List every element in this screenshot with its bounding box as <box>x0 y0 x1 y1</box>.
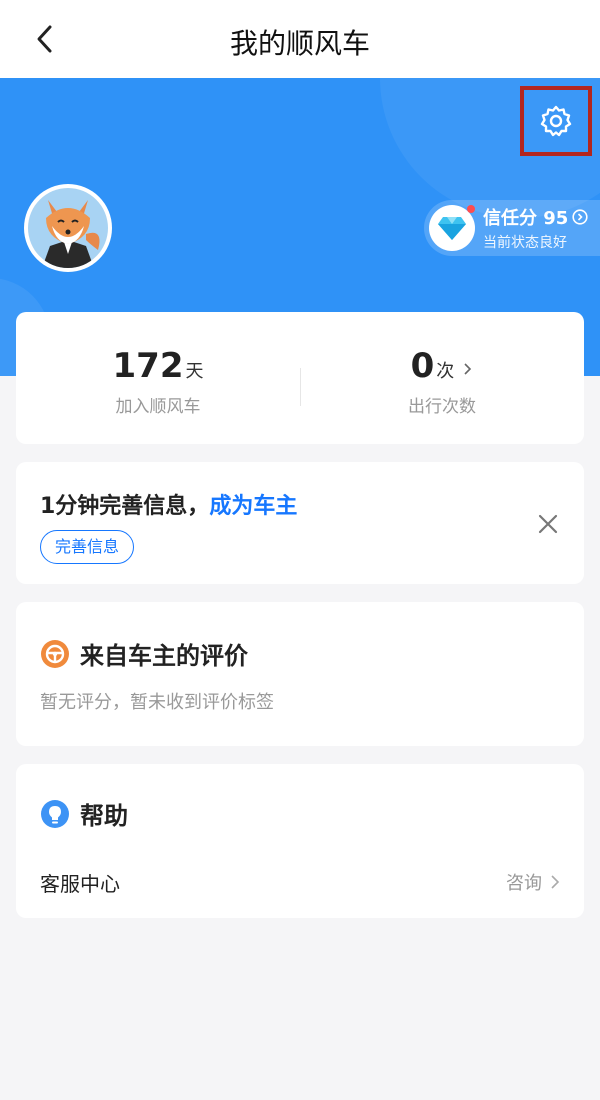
section-title: 来自车主的评价 <box>80 642 248 670</box>
help-card: 帮助 客服中心 咨询 <box>16 764 584 918</box>
complete-info-button[interactable]: 完善信息 <box>40 530 135 564</box>
notification-dot <box>467 205 475 213</box>
stats-card: 172 天 加入顺风车 0次 出行次数 <box>16 312 584 444</box>
stat-value: 172 <box>112 346 184 386</box>
stat-value: 0 <box>410 346 435 386</box>
credit-status-text: 当前状态良好 <box>483 235 567 251</box>
fox-avatar-image <box>28 188 108 268</box>
stat-label: 出行次数 <box>408 397 476 417</box>
close-button[interactable] <box>536 512 560 536</box>
diamond-icon <box>438 217 466 240</box>
credit-icon-container <box>429 205 475 251</box>
stat-label: 加入顺风车 <box>115 397 201 417</box>
row-label: 客服中心 <box>40 871 120 896</box>
circle-chevron-right-icon <box>572 209 588 225</box>
top-navigation-bar: 我的顺风车 <box>0 0 600 78</box>
become-driver-card: 1分钟完善信息，成为车主 完善信息 <box>16 462 584 584</box>
credit-score-label: 信任分 95 <box>483 208 569 229</box>
stat-join-days: 172 天 加入顺风车 <box>16 312 300 444</box>
stat-unit: 天 <box>185 361 204 382</box>
promo-text: 1分钟完善信息， <box>40 494 210 519</box>
chevron-right-icon <box>464 363 472 375</box>
gear-icon <box>540 105 572 137</box>
chevron-right-icon <box>551 875 560 889</box>
steering-wheel-icon <box>41 639 69 668</box>
lightbulb-icon <box>41 799 69 828</box>
promo-headline: 1分钟完善信息，成为车主 <box>40 488 297 520</box>
settings-button[interactable] <box>520 86 592 156</box>
section-title: 帮助 <box>80 802 128 830</box>
driver-review-card: 来自车主的评价 暂无评分，暂未收到评价标签 <box>16 602 584 746</box>
review-empty-text: 暂无评分，暂未收到评价标签 <box>40 692 274 713</box>
credit-score-badge[interactable]: 信任分 95 当前状态良好 <box>424 200 600 256</box>
become-driver-link[interactable]: 成为车主 <box>209 494 297 519</box>
consult-link: 咨询 <box>506 873 542 894</box>
page-title: 我的顺风车 <box>229 27 370 60</box>
stat-unit: 次 <box>436 361 455 382</box>
stat-trip-count[interactable]: 0次 出行次数 <box>300 312 584 444</box>
customer-service-row[interactable]: 客服中心 咨询 <box>40 864 560 900</box>
avatar[interactable] <box>24 184 112 272</box>
close-icon <box>538 514 558 534</box>
